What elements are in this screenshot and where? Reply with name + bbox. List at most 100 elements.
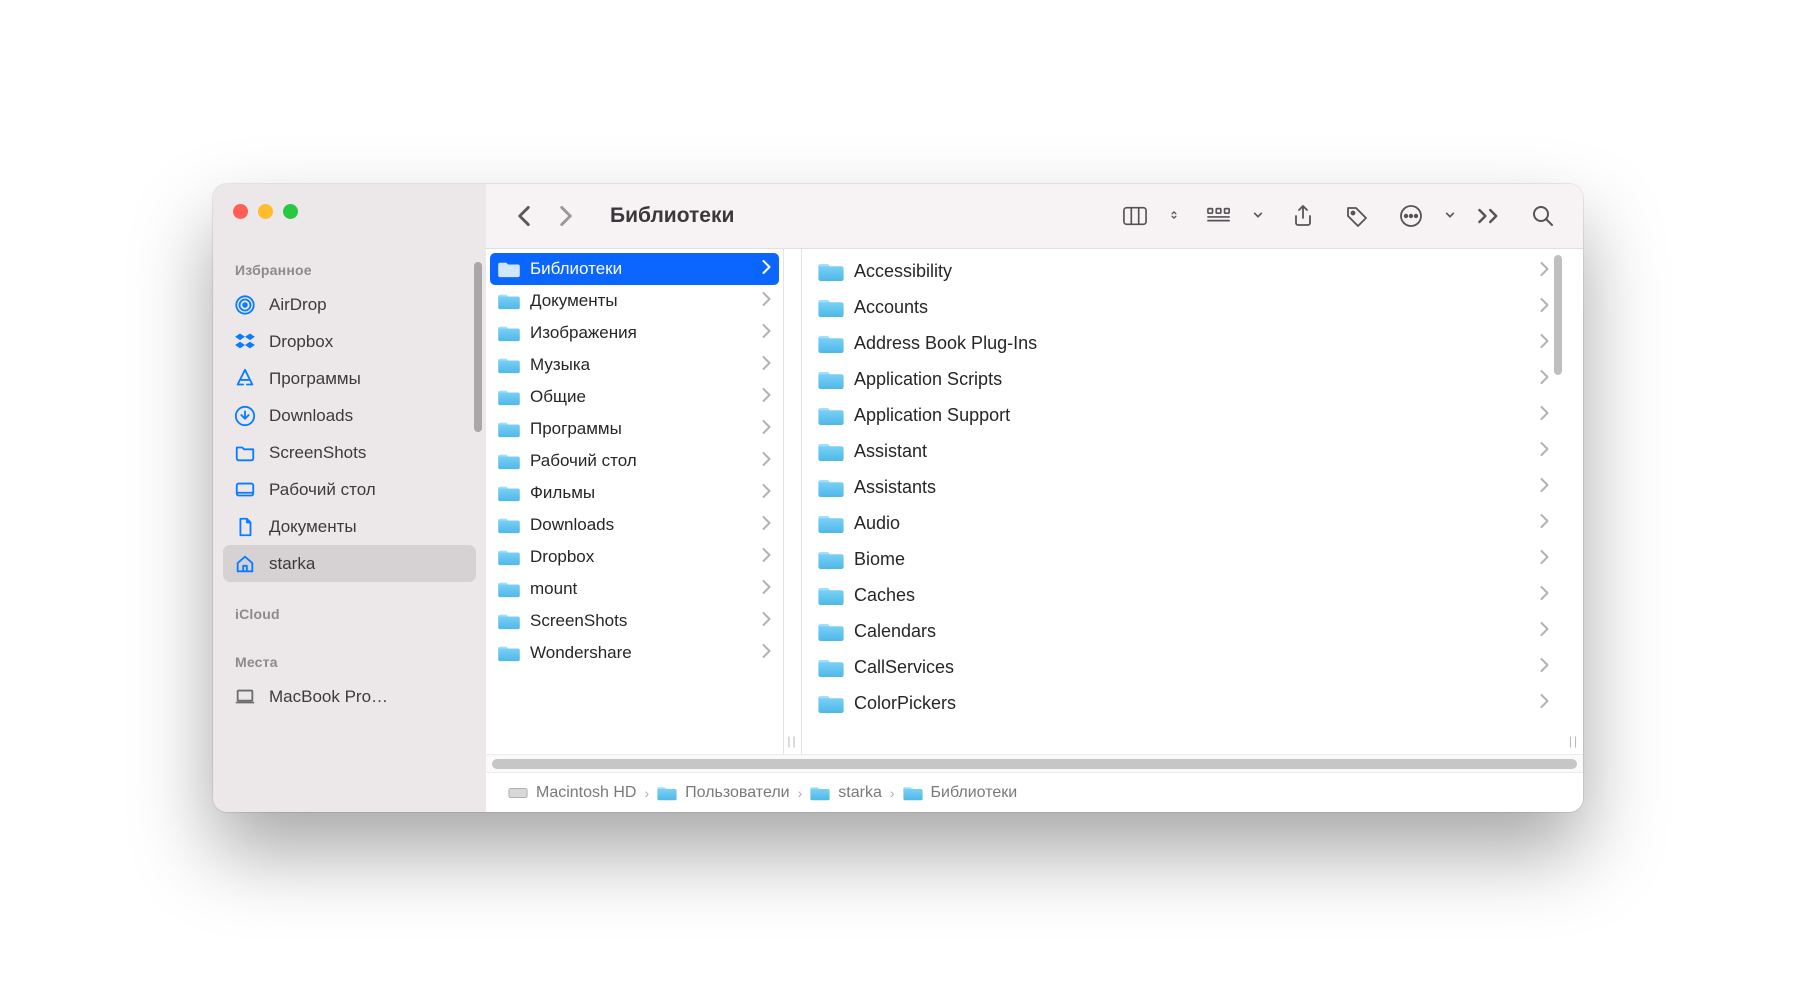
- folder-row[interactable]: Application Support: [806, 397, 1561, 433]
- folder-row[interactable]: Address Book Plug-Ins: [806, 325, 1561, 361]
- share-button[interactable]: [1283, 196, 1323, 236]
- chevron-right-icon: [762, 484, 771, 503]
- folder-name: Рабочий стол: [530, 451, 752, 471]
- folder-row[interactable]: CallServices: [806, 649, 1561, 685]
- folder-row[interactable]: Application Scripts: [806, 361, 1561, 397]
- sidebar-item-label: Downloads: [269, 406, 353, 426]
- sidebar-item-airdrop[interactable]: AirDrop: [223, 286, 476, 323]
- folder-icon: [498, 388, 520, 406]
- folder-name: Calendars: [854, 621, 1530, 642]
- folder-icon: [498, 516, 520, 534]
- folder-name: ColorPickers: [854, 693, 1530, 714]
- folder-row[interactable]: Рабочий стол: [490, 445, 779, 477]
- sidebar-item-home[interactable]: starka: [223, 545, 476, 582]
- folder-row[interactable]: ColorPickers: [806, 685, 1561, 721]
- sidebar-item-documents[interactable]: Документы: [223, 508, 476, 545]
- folder-row[interactable]: Downloads: [490, 509, 779, 541]
- folder-row[interactable]: Assistant: [806, 433, 1561, 469]
- column-2-scrollbar[interactable]: [1554, 255, 1562, 375]
- folder-row[interactable]: Wondershare: [490, 637, 779, 669]
- folder-row[interactable]: Документы: [490, 285, 779, 317]
- path-label: Пользователи: [685, 784, 789, 802]
- folder-row[interactable]: Caches: [806, 577, 1561, 613]
- path-item[interactable]: starka: [810, 784, 882, 802]
- minimize-button[interactable]: [258, 204, 273, 219]
- folder-icon: [818, 621, 844, 642]
- folder-name: Downloads: [530, 515, 752, 535]
- chevron-right-icon: [762, 260, 771, 279]
- folder-row[interactable]: Calendars: [806, 613, 1561, 649]
- folder-icon: [498, 548, 520, 566]
- folder-name: Accessibility: [854, 261, 1530, 282]
- folder-row[interactable]: Biome: [806, 541, 1561, 577]
- folder-row[interactable]: Программы: [490, 413, 779, 445]
- zoom-button[interactable]: [283, 204, 298, 219]
- sidebar-item-label: Программы: [269, 369, 361, 389]
- sidebar-item-desktop[interactable]: Рабочий стол: [223, 471, 476, 508]
- folder-row[interactable]: Музыка: [490, 349, 779, 381]
- folder-name: Документы: [530, 291, 752, 311]
- chevron-right-icon: [1540, 550, 1549, 569]
- sidebar-item-label: Документы: [269, 517, 357, 537]
- more-button[interactable]: [1391, 196, 1431, 236]
- desktop-icon: [233, 478, 257, 502]
- chevron-right-icon: [1540, 622, 1549, 641]
- path-item[interactable]: Macintosh HD: [508, 784, 636, 802]
- folder-name: Assistants: [854, 477, 1530, 498]
- folder-row[interactable]: Assistants: [806, 469, 1561, 505]
- path-item[interactable]: Пользователи: [657, 784, 789, 802]
- folder-row[interactable]: ScreenShots: [490, 605, 779, 637]
- column-resize-handle[interactable]: ||: [1565, 249, 1583, 754]
- folder-name: ScreenShots: [530, 611, 752, 631]
- sidebar-item-dropbox[interactable]: Dropbox: [223, 323, 476, 360]
- chevron-right-icon: [1540, 694, 1549, 713]
- folder-row[interactable]: Библиотеки: [490, 253, 779, 285]
- chevron-right-icon: [762, 324, 771, 343]
- column-view: Библиотеки Документы Изображения МузыкаОбщи…: [486, 248, 1583, 754]
- chevron-down-icon[interactable]: [1445, 207, 1455, 225]
- folder-row[interactable]: Фильмы: [490, 477, 779, 509]
- window-controls: [213, 184, 486, 236]
- folder-row[interactable]: mount: [490, 573, 779, 605]
- folder-row[interactable]: Dropbox: [490, 541, 779, 573]
- folder-name: Программы: [530, 419, 752, 439]
- updown-icon[interactable]: [1169, 207, 1179, 225]
- column-1: Библиотеки Документы Изображения МузыкаОбщи…: [486, 249, 784, 754]
- folder-icon: [498, 452, 520, 470]
- chevron-down-icon[interactable]: [1253, 207, 1263, 225]
- finder-window: Избранное AirDrop Dropbox Программы Down…: [213, 184, 1583, 812]
- scrollbar-thumb[interactable]: [492, 759, 1577, 769]
- chevron-right-icon: [1540, 586, 1549, 605]
- column-1-list: Библиотеки Документы Изображения МузыкаОбщи…: [486, 249, 783, 754]
- folder-row[interactable]: Изображения: [490, 317, 779, 349]
- path-label: Macintosh HD: [536, 784, 636, 802]
- horizontal-scrollbar[interactable]: [486, 754, 1583, 772]
- search-button[interactable]: [1523, 196, 1563, 236]
- overflow-button[interactable]: [1469, 196, 1509, 236]
- folder-row[interactable]: Accessibility: [806, 253, 1561, 289]
- back-button[interactable]: [506, 198, 542, 234]
- sidebar-item-screenshots[interactable]: ScreenShots: [223, 434, 476, 471]
- folder-icon: [818, 693, 844, 714]
- column-resize-handle[interactable]: ||: [784, 249, 802, 754]
- folder-name: Biome: [854, 549, 1530, 570]
- group-by-button[interactable]: [1199, 196, 1239, 236]
- tags-button[interactable]: [1337, 196, 1377, 236]
- folder-icon: [498, 260, 520, 278]
- folder-row[interactable]: Общие: [490, 381, 779, 413]
- folder-icon: [818, 297, 844, 318]
- path-item[interactable]: Библиотеки: [903, 784, 1018, 802]
- forward-button[interactable]: [548, 198, 584, 234]
- close-button[interactable]: [233, 204, 248, 219]
- sidebar-item-downloads[interactable]: Downloads: [223, 397, 476, 434]
- sidebar-item-apps[interactable]: Программы: [223, 360, 476, 397]
- folder-row[interactable]: Accounts: [806, 289, 1561, 325]
- sidebar-item-macbook[interactable]: MacBook Pro…: [223, 678, 476, 715]
- folder-icon: [498, 484, 520, 502]
- laptop-icon: [233, 685, 257, 709]
- folder-row[interactable]: Audio: [806, 505, 1561, 541]
- view-mode-button[interactable]: [1115, 196, 1155, 236]
- folder-name: Изображения: [530, 323, 752, 343]
- download-icon: [233, 404, 257, 428]
- sidebar-scrollbar[interactable]: [474, 262, 482, 432]
